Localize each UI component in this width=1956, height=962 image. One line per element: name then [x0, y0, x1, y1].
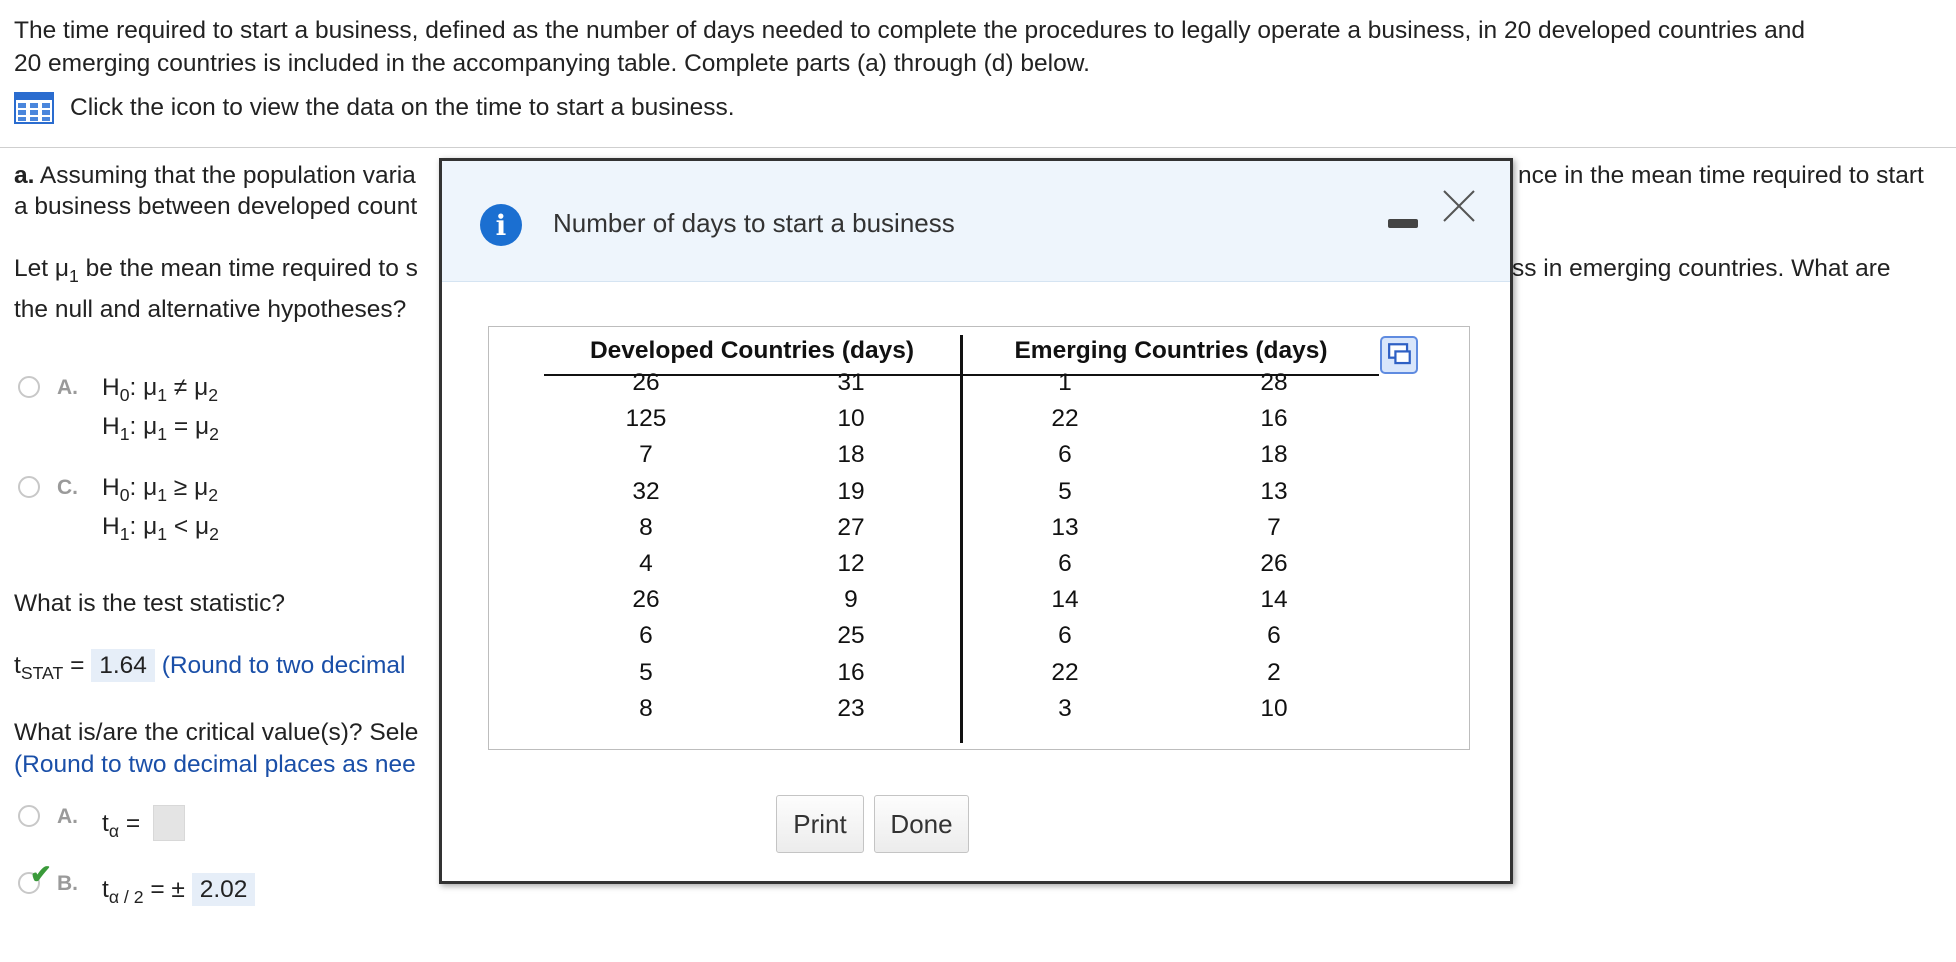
table-cell: 26: [1260, 550, 1288, 577]
table-cell: 14: [1260, 586, 1288, 614]
option-a-h0: H0: μ1 ≠ μ2: [102, 374, 219, 406]
table-cell: 6: [1058, 622, 1072, 650]
option-c-h1: H1: μ1 < μ2: [102, 513, 219, 545]
table-cell: 7: [639, 441, 653, 469]
let-mu-line: Let μ1 be the mean time required to s: [14, 255, 418, 287]
let-mu-right: ss in emerging countries. What are: [1512, 255, 1891, 282]
minimize-button[interactable]: [1388, 215, 1418, 231]
table-cell: 16: [837, 658, 865, 686]
info-icon: i: [480, 204, 522, 246]
table-cell: 6: [1267, 622, 1281, 650]
tstat-hint: (Round to two decimal: [161, 652, 406, 679]
critical-option-a-text: tα =: [102, 810, 141, 842]
table-cell: 18: [1260, 441, 1288, 469]
option-c-label: C.: [57, 476, 78, 499]
table-cell: 28: [1260, 369, 1288, 396]
table-cell: 26: [632, 586, 660, 614]
view-data-row: Click the icon to view the data on the t…: [14, 90, 735, 126]
table-cell: 9: [844, 586, 858, 614]
intro-line-1: The time required to start a business, d…: [14, 17, 1805, 44]
table-cell: 13: [1051, 513, 1079, 541]
table-cell: 6: [1058, 441, 1072, 469]
table-cell: 22: [1051, 405, 1079, 433]
col-header-developed: Developed Countries (days): [589, 337, 914, 364]
part-a-line1: a. Assuming that the population varia: [14, 162, 416, 190]
close-icon[interactable]: [1441, 188, 1477, 224]
table-cell: 14: [1051, 586, 1079, 614]
copy-data-icon[interactable]: [1380, 336, 1418, 374]
critical-option-b-text: tα / 2 = ± 2.02: [102, 873, 256, 906]
table-cell: 125: [625, 405, 667, 433]
column-divider: [960, 335, 963, 743]
table-cell: 27: [837, 513, 865, 541]
print-button[interactable]: Print: [776, 795, 864, 853]
option-a-h1: H1: μ1 = μ2: [102, 413, 219, 445]
table-cell: 18: [837, 441, 865, 469]
col-header-emerging: Emerging Countries (days): [1014, 337, 1328, 364]
table-cell: 22: [1051, 658, 1079, 686]
table-cell: 3: [1058, 694, 1072, 722]
option-a-radio[interactable]: [18, 376, 40, 398]
option-c-h0: H0: μ1 ≥ μ2: [102, 474, 219, 506]
table-cell: 12: [837, 550, 865, 577]
table-cell: 5: [639, 658, 653, 686]
tstat-line: tSTAT = 1.64 (Round to two decimal: [14, 649, 406, 682]
table-cell: 26: [632, 369, 660, 396]
critical-value-question: What is/are the critical value(s)? Sele: [14, 719, 419, 746]
option-c-radio[interactable]: [18, 476, 40, 498]
table-cell: 7: [1267, 513, 1281, 541]
table-cell: 8: [639, 513, 653, 541]
data-table: Developed Countries (days) Emerging Coun…: [488, 326, 1470, 750]
table-cell: 10: [1260, 694, 1288, 722]
view-data-link[interactable]: Click the icon to view the data on the t…: [70, 94, 735, 122]
critical-option-b-label: B.: [57, 872, 78, 895]
table-cell: 4: [639, 550, 653, 577]
table-cell: 32: [632, 477, 660, 505]
table-cell: 8: [639, 694, 653, 722]
question-intro: The time required to start a business, d…: [14, 14, 1934, 80]
part-a-label: a.: [14, 162, 35, 189]
section-divider: [0, 147, 1956, 148]
hypotheses-question: the null and alternative hypotheses?: [14, 296, 407, 323]
test-statistic-question: What is the test statistic?: [14, 590, 285, 617]
table-cell: 31: [837, 369, 865, 396]
critical-option-a-label: A.: [57, 805, 78, 828]
critical-option-b-answer[interactable]: 2.02: [191, 873, 256, 906]
table-cell: 2: [1267, 658, 1281, 686]
table-cell: 25: [837, 622, 865, 650]
table-cell: 10: [837, 405, 865, 433]
data-dialog: i Number of days to start a business Dev…: [439, 158, 1513, 884]
table-cell: 19: [837, 477, 865, 505]
dialog-title: Number of days to start a business: [553, 208, 955, 238]
data-table-icon[interactable]: [14, 92, 54, 124]
table-cell: 6: [639, 622, 653, 650]
option-a-label: A.: [57, 376, 78, 399]
done-button[interactable]: Done: [874, 795, 969, 853]
minimize-icon: [1388, 219, 1418, 228]
dialog-header: i Number of days to start a business: [442, 161, 1510, 282]
table-cell: 13: [1260, 477, 1288, 505]
table-cell: 6: [1058, 550, 1072, 577]
critical-option-a-input[interactable]: [153, 805, 185, 841]
part-a-line2: a business between developed count: [14, 193, 418, 220]
critical-value-hint: (Round to two decimal places as nee: [14, 751, 416, 778]
table-cell: 23: [837, 694, 865, 722]
table-cell: 16: [1260, 405, 1288, 433]
table-cell: 1: [1058, 369, 1072, 396]
part-a-text-left: Assuming that the population varia: [39, 162, 416, 189]
table-cell: 5: [1058, 477, 1072, 505]
intro-line-2: 20 emerging countries is included in the…: [14, 50, 1090, 77]
checkmark-icon: ✔: [30, 859, 52, 889]
critical-option-a-radio[interactable]: [18, 805, 40, 827]
tstat-answer[interactable]: 1.64: [91, 649, 155, 682]
part-a-text-right: nce in the mean time required to start: [1518, 162, 1924, 189]
